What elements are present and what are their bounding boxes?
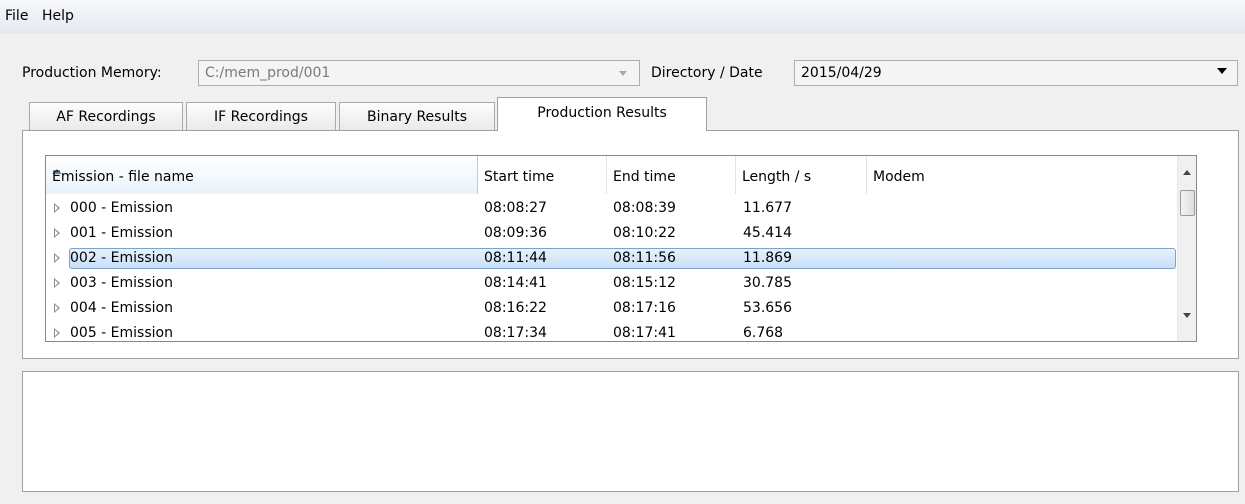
- cell-start-time: 08:17:34: [484, 325, 547, 341]
- cell-name: 003 - Emission: [70, 275, 173, 291]
- expand-arrow-icon[interactable]: [54, 228, 60, 238]
- table-row-selected[interactable]: 002 - Emission 08:11:44 08:11:56 11.869: [46, 248, 1178, 269]
- cell-start-time: 08:16:22: [484, 300, 547, 316]
- cell-length: 11.869: [743, 250, 792, 266]
- expand-arrow-icon[interactable]: [54, 203, 60, 213]
- tab-af-recordings[interactable]: AF Recordings: [29, 102, 183, 131]
- directory-date-combo[interactable]: 2015/04/29: [794, 60, 1238, 86]
- column-header-end-time[interactable]: End time: [607, 156, 736, 194]
- cell-end-time: 08:10:22: [613, 225, 676, 241]
- cell-name: 005 - Emission: [70, 325, 173, 341]
- directory-date-value: 2015/04/29: [801, 65, 882, 81]
- cell-name: 004 - Emission: [70, 300, 173, 316]
- cell-end-time: 08:17:41: [613, 325, 676, 341]
- cell-length: 11.677: [743, 200, 792, 216]
- cell-length: 45.414: [743, 225, 792, 241]
- cell-end-time: 08:17:16: [613, 300, 676, 316]
- column-header-modem[interactable]: Modem: [867, 156, 1178, 194]
- cell-length: 6.768: [743, 325, 784, 341]
- tab-if-recordings[interactable]: IF Recordings: [186, 102, 336, 131]
- menu-file[interactable]: File: [5, 8, 28, 24]
- table-row[interactable]: 003 - Emission 08:14:41 08:15:12 30.785: [46, 273, 1178, 294]
- tab-binary-results[interactable]: Binary Results: [339, 102, 495, 131]
- table-row[interactable]: 001 - Emission 08:09:36 08:10:22 45.414: [46, 223, 1178, 244]
- tab-production-results[interactable]: Production Results: [497, 97, 707, 131]
- production-memory-label: Production Memory:: [22, 65, 162, 81]
- expand-arrow-icon[interactable]: [54, 328, 60, 338]
- column-header-emission[interactable]: Emission - file name: [46, 156, 478, 194]
- production-memory-combo: C:/mem_prod/001: [198, 60, 640, 86]
- scrollbar-thumb[interactable]: [1180, 190, 1195, 216]
- scroll-up-icon[interactable]: [1183, 170, 1191, 175]
- chevron-down-icon[interactable]: [1217, 68, 1227, 74]
- chevron-down-icon: [619, 71, 627, 76]
- cell-start-time: 08:08:27: [484, 200, 547, 216]
- cell-end-time: 08:08:39: [613, 200, 676, 216]
- column-header-length[interactable]: Length / s: [736, 156, 867, 194]
- cell-length: 30.785: [743, 275, 792, 291]
- cell-length: 53.656: [743, 300, 792, 316]
- table-header: Emission - file name Start time End time…: [46, 156, 1178, 194]
- table-row[interactable]: 005 - Emission 08:17:34 08:17:41 6.768: [46, 323, 1178, 341]
- expand-arrow-icon[interactable]: [54, 253, 60, 263]
- menu-bar: File Help: [0, 0, 1245, 34]
- results-table[interactable]: Emission - file name Start time End time…: [45, 155, 1197, 342]
- expand-arrow-icon[interactable]: [54, 303, 60, 313]
- column-header-start-time[interactable]: Start time: [478, 156, 607, 194]
- cell-start-time: 08:11:44: [484, 250, 547, 266]
- cell-end-time: 08:11:56: [613, 250, 676, 266]
- cell-end-time: 08:15:12: [613, 275, 676, 291]
- production-memory-value: C:/mem_prod/001: [205, 65, 331, 81]
- expand-arrow-icon[interactable]: [54, 278, 60, 288]
- cell-name: 000 - Emission: [70, 200, 173, 216]
- cell-start-time: 08:09:36: [484, 225, 547, 241]
- menu-help[interactable]: Help: [42, 8, 74, 24]
- table-row[interactable]: 004 - Emission 08:16:22 08:17:16 53.656: [46, 298, 1178, 319]
- cell-name: 001 - Emission: [70, 225, 173, 241]
- cell-start-time: 08:14:41: [484, 275, 547, 291]
- detail-panel: [22, 371, 1239, 492]
- cell-name: 002 - Emission: [70, 250, 173, 266]
- directory-date-label: Directory / Date: [651, 65, 763, 81]
- table-row[interactable]: 000 - Emission 08:08:27 08:08:39 11.677: [46, 198, 1178, 219]
- vertical-scrollbar[interactable]: [1177, 156, 1196, 341]
- scroll-down-icon[interactable]: [1183, 313, 1191, 318]
